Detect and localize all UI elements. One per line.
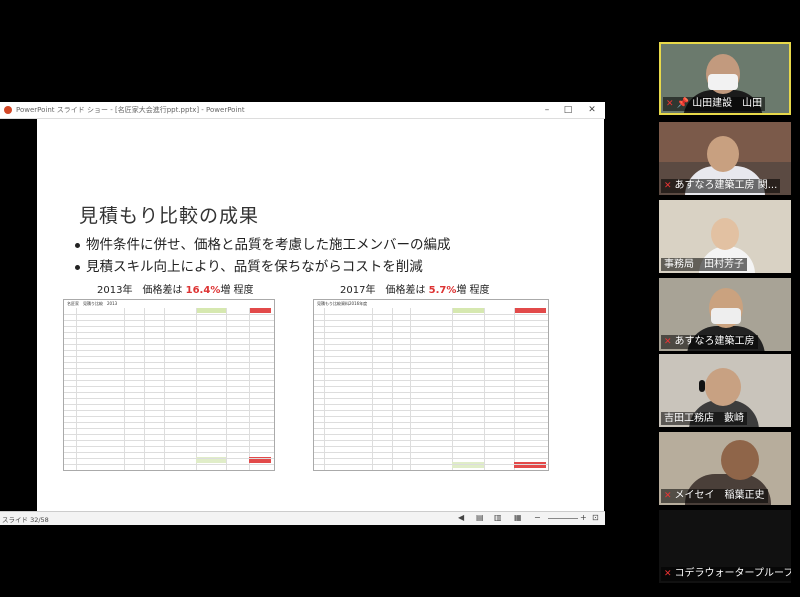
pin-icon: 📌 xyxy=(676,98,693,109)
minimize-icon[interactable]: – xyxy=(540,105,554,115)
participant-tile-2[interactable]: ✕ あすなろ建築工房 関... xyxy=(659,122,791,195)
mic-muted-icon: ✕ xyxy=(664,181,672,191)
prev-slide-icon[interactable]: ◀ xyxy=(458,513,464,522)
participant-label: ✕ コデラウォータープルーフ xyxy=(661,567,791,581)
participant-tile-4[interactable]: ✕ あすなろ建築工房 xyxy=(659,278,791,351)
estimate-table-2016: 見積もり比較資料2016年度 xyxy=(313,299,549,471)
zoom-slider[interactable] xyxy=(548,518,578,519)
slide-bullet-2: 見積スキル向上により、品質を保ちながらコストを削減 xyxy=(75,255,423,275)
slide-area: 見積もり比較の成果 物件条件に併せ、価格と品質を考慮した施工メンバーの編成 見積… xyxy=(0,119,605,511)
participant-tile-3[interactable]: 事務局 田村芳子 xyxy=(659,200,791,273)
slide-counter: スライド 32/58 xyxy=(2,516,49,524)
participant-label: ✕ メイセイ 稲葉正史 xyxy=(661,489,768,503)
table-title: 見積もり比較資料2016年度 xyxy=(317,301,368,306)
participant-tile-1[interactable]: ✕ 📌 山田建設 山田 xyxy=(659,42,791,115)
participant-tile-6[interactable]: ✕ メイセイ 稲葉正史 xyxy=(659,432,791,505)
table-title: 名匠家 見積り比較 2013 xyxy=(67,301,118,306)
powerpoint-icon xyxy=(4,106,12,114)
zoom-in-icon[interactable]: + xyxy=(580,513,587,522)
normal-view-icon[interactable]: ▤ xyxy=(476,513,484,522)
mic-muted-icon: ✕ xyxy=(664,569,672,579)
mask-icon xyxy=(708,74,738,90)
bullet-icon xyxy=(75,242,80,248)
participant-label: 事務局 田村芳子 xyxy=(661,258,747,271)
mic-muted-icon: ✕ xyxy=(666,99,674,109)
mask-icon xyxy=(711,308,741,324)
participant-label: ✕ あすなろ建築工房 xyxy=(661,335,758,349)
ppt-titlebar: PowerPoint スライド ショー - [名匠家大会進行ppt.pptx] … xyxy=(0,102,605,119)
participant-label: 吉田工務店 藪崎 xyxy=(661,412,747,425)
slide-heading: 見積もり比較の成果 xyxy=(79,205,260,227)
table-row xyxy=(314,464,548,470)
ppt-statusbar: スライド 32/58 ◀ ▤ ▥ ▦ − + ⊡ xyxy=(0,511,605,525)
participant-label: ✕ あすなろ建築工房 関... xyxy=(661,179,781,193)
reading-view-icon[interactable]: ▥ xyxy=(494,513,502,522)
person-face xyxy=(721,440,759,480)
zoom-out-icon[interactable]: − xyxy=(534,513,541,522)
person-face xyxy=(705,368,741,406)
person-face xyxy=(707,136,739,172)
close-icon[interactable]: ✕ xyxy=(585,105,599,115)
fit-slide-icon[interactable]: ⊡ xyxy=(592,513,599,522)
ppt-window-title: PowerPoint スライド ショー - [名匠家大会進行ppt.pptx] … xyxy=(16,106,245,114)
estimate-table-2013: 名匠家 見積り比較 2013 xyxy=(63,299,275,471)
person-face xyxy=(711,218,739,250)
slideshow-icon[interactable]: ▦ xyxy=(514,513,522,522)
slide-bullet-1: 物件条件に併せ、価格と品質を考慮した施工メンバーの編成 xyxy=(75,233,451,253)
caption-2013: 2013年 価格差は 16.4%増 程度 xyxy=(97,285,254,296)
table-row xyxy=(64,464,274,470)
mic-muted-icon: ✕ xyxy=(664,491,672,501)
headset-icon xyxy=(699,380,705,392)
mic-muted-icon: ✕ xyxy=(664,337,672,347)
participant-tile-5[interactable]: 吉田工務店 藪崎 xyxy=(659,354,791,427)
maximize-icon[interactable]: □ xyxy=(561,105,575,115)
caption-2017: 2017年 価格差は 5.7%増 程度 xyxy=(340,285,490,296)
participant-tile-7[interactable]: ✕ コデラウォータープルーフ xyxy=(659,510,791,583)
participant-label: ✕ 📌 山田建設 山田 xyxy=(663,97,766,111)
slide: 見積もり比較の成果 物件条件に併せ、価格と品質を考慮した施工メンバーの編成 見積… xyxy=(37,119,604,511)
powerpoint-window: PowerPoint スライド ショー - [名匠家大会進行ppt.pptx] … xyxy=(0,102,605,525)
bullet-icon xyxy=(75,264,80,270)
